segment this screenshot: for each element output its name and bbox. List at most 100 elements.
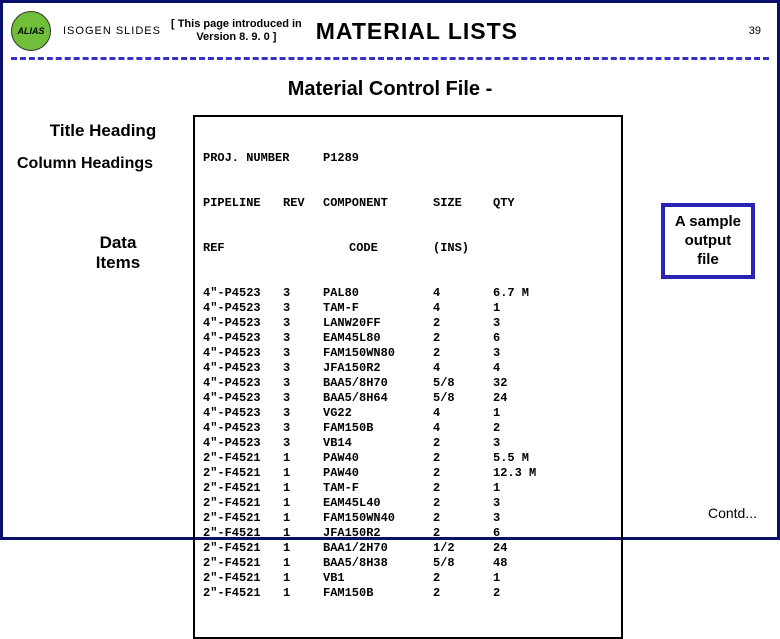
cell-size: 2 xyxy=(433,331,493,346)
table-row: 2"-F45211TAM-F21 xyxy=(203,481,613,496)
cell-ref: 2"-F4521 xyxy=(203,466,283,481)
cell-qty: 6 xyxy=(493,526,553,541)
cell-ref: 2"-F4521 xyxy=(203,511,283,526)
col-ins: (INS) xyxy=(433,241,493,256)
cell-rev: 1 xyxy=(283,496,323,511)
col-qty: QTY xyxy=(493,196,553,211)
cell-rev: 3 xyxy=(283,346,323,361)
cell-size: 2 xyxy=(433,451,493,466)
table-row: 2"-F45211PAW40212.3 M xyxy=(203,466,613,481)
cell-code: TAM-F xyxy=(323,481,433,496)
cell-size: 2 xyxy=(433,466,493,481)
table-row: 4"-P45233VB1423 xyxy=(203,436,613,451)
cell-ref: 2"-F4521 xyxy=(203,496,283,511)
cell-qty: 1 xyxy=(493,301,553,316)
cell-size: 4 xyxy=(433,361,493,376)
page-number: 39 xyxy=(749,25,761,37)
cell-size: 4 xyxy=(433,421,493,436)
cell-ref: 2"-F4521 xyxy=(203,586,283,601)
cell-ref: 4"-P4523 xyxy=(203,436,283,451)
cell-code: EAM45L80 xyxy=(323,331,433,346)
cell-code: VB1 xyxy=(323,571,433,586)
cell-rev: 1 xyxy=(283,451,323,466)
cell-qty: 24 xyxy=(493,391,553,406)
cell-size: 2 xyxy=(433,316,493,331)
version-line2: Version 8. 9. 0 ] xyxy=(171,31,302,44)
cell-code: JFA150R2 xyxy=(323,526,433,541)
cell-code: FAM150WN80 xyxy=(323,346,433,361)
cell-size: 4 xyxy=(433,286,493,301)
left-labels: Title Heading Column Headings Data Items xyxy=(13,115,193,639)
cell-rev: 1 xyxy=(283,526,323,541)
table-row: 2"-F45211FAM150B22 xyxy=(203,586,613,601)
cell-code: BAA5/8H38 xyxy=(323,556,433,571)
cell-rev: 3 xyxy=(283,316,323,331)
table-row: 4"-P45233PAL8046.7 M xyxy=(203,286,613,301)
label-title-heading: Title Heading xyxy=(13,121,193,141)
cell-qty: 4 xyxy=(493,361,553,376)
cell-ref: 4"-P4523 xyxy=(203,316,283,331)
header-divider xyxy=(11,57,769,60)
col-rev: REV xyxy=(283,196,323,211)
material-control-file: PROJ. NUMBER P1289 PIPELINE REV COMPONEN… xyxy=(193,115,623,639)
cell-qty: 2 xyxy=(493,421,553,436)
table-row: 2"-F45211PAW4025.5 M xyxy=(203,451,613,466)
cell-qty: 3 xyxy=(493,436,553,451)
slide-title: MATERIAL LISTS xyxy=(316,18,749,45)
version-line1: [ This page introduced in xyxy=(171,18,302,31)
col-code: CODE xyxy=(323,241,433,256)
cell-code: VG22 xyxy=(323,406,433,421)
cell-rev: 3 xyxy=(283,376,323,391)
cell-ref: 4"-P4523 xyxy=(203,421,283,436)
cell-ref: 4"-P4523 xyxy=(203,346,283,361)
table-row: 4"-P45233BAA5/8H705/832 xyxy=(203,376,613,391)
table-row: 4"-P45233VG2241 xyxy=(203,406,613,421)
subtitle: Material Control File - xyxy=(3,78,777,101)
label-column-headings: Column Headings xyxy=(13,155,193,173)
cell-rev: 3 xyxy=(283,421,323,436)
cell-rev: 3 xyxy=(283,286,323,301)
cell-qty: 1 xyxy=(493,571,553,586)
cell-ref: 4"-P4523 xyxy=(203,301,283,316)
file-header-row-2: REF CODE (INS) xyxy=(203,241,613,256)
col-component: COMPONENT xyxy=(323,196,433,211)
cell-size: 2 xyxy=(433,496,493,511)
cell-ref: 4"-P4523 xyxy=(203,361,283,376)
cell-size: 2 xyxy=(433,481,493,496)
cell-qty: 6 xyxy=(493,331,553,346)
cell-rev: 1 xyxy=(283,481,323,496)
cell-code: FAM150B xyxy=(323,421,433,436)
label-data-items: Data Items xyxy=(13,233,193,273)
cell-rev: 1 xyxy=(283,541,323,556)
cell-code: FAM150WN40 xyxy=(323,511,433,526)
file-header-row-1: PIPELINE REV COMPONENT SIZE QTY xyxy=(203,196,613,211)
isogen-label: ISOGEN SLIDES xyxy=(63,25,161,37)
cell-qty: 5.5 M xyxy=(493,451,553,466)
cell-rev: 3 xyxy=(283,391,323,406)
cell-size: 5/8 xyxy=(433,556,493,571)
table-row: 4"-P45233BAA5/8H645/824 xyxy=(203,391,613,406)
cell-size: 2 xyxy=(433,511,493,526)
cell-ref: 4"-P4523 xyxy=(203,286,283,301)
cell-code: TAM-F xyxy=(323,301,433,316)
cell-code: VB14 xyxy=(323,436,433,451)
file-title-row: PROJ. NUMBER P1289 xyxy=(203,151,613,166)
cell-qty: 3 xyxy=(493,496,553,511)
table-row: 4"-P45233EAM45L8026 xyxy=(203,331,613,346)
cell-ref: 2"-F4521 xyxy=(203,556,283,571)
cell-ref: 2"-F4521 xyxy=(203,481,283,496)
cell-size: 4 xyxy=(433,301,493,316)
proj-number-label: PROJ. NUMBER xyxy=(203,151,323,166)
cell-size: 1/2 xyxy=(433,541,493,556)
cell-rev: 1 xyxy=(283,511,323,526)
proj-number-value: P1289 xyxy=(323,151,359,166)
cell-rev: 1 xyxy=(283,466,323,481)
cell-code: BAA1/2H70 xyxy=(323,541,433,556)
cell-code: BAA5/8H70 xyxy=(323,376,433,391)
cell-size: 4 xyxy=(433,406,493,421)
cell-qty: 1 xyxy=(493,481,553,496)
cell-qty: 6.7 M xyxy=(493,286,553,301)
table-row: 4"-P45233FAM150B42 xyxy=(203,421,613,436)
cell-code: LANW20FF xyxy=(323,316,433,331)
cell-rev: 3 xyxy=(283,361,323,376)
